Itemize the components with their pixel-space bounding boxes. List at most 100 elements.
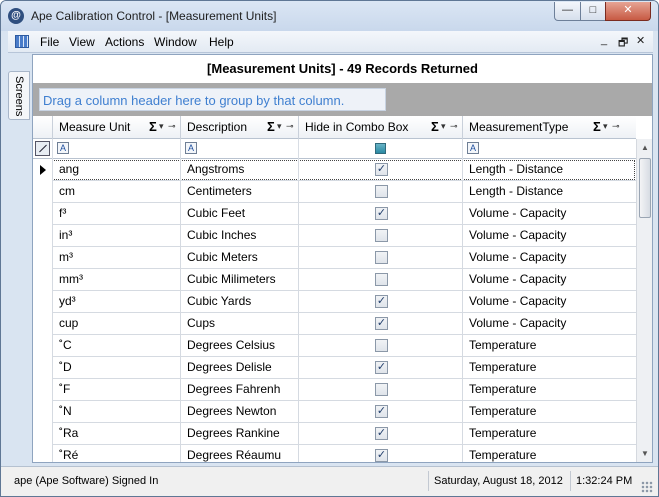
cell-measurement-type[interactable]: Length - Distance — [463, 159, 636, 181]
table-row[interactable]: yd³ Cubic Yards ✓ Volume - Capacity — [33, 291, 636, 313]
cell-description[interactable]: Degrees Réaumu — [181, 445, 299, 462]
cell-measurement-type[interactable]: Temperature — [463, 379, 636, 401]
cell-measure-unit[interactable]: ˚Ré — [53, 445, 181, 462]
row-selector[interactable] — [33, 247, 53, 269]
ape-logo-icon[interactable]: @ — [8, 8, 24, 24]
cell-description[interactable]: Cups — [181, 313, 299, 335]
cell-measure-unit[interactable]: ˚C — [53, 335, 181, 357]
row-selector[interactable] — [33, 379, 53, 401]
checkbox-checked[interactable]: ✓ — [375, 427, 388, 440]
cell-measure-unit[interactable]: m³ — [53, 247, 181, 269]
column-header-description[interactable]: Description Σ ▾ ⊸ — [181, 116, 299, 139]
cell-measurement-type[interactable]: Volume - Capacity — [463, 203, 636, 225]
checkbox-unchecked[interactable] — [375, 273, 388, 286]
checkbox-checked[interactable]: ✓ — [375, 405, 388, 418]
cell-description[interactable]: Cubic Milimeters — [181, 269, 299, 291]
checkbox-unchecked[interactable] — [375, 251, 388, 264]
checkbox-unchecked[interactable] — [375, 383, 388, 396]
row-selector[interactable] — [33, 291, 53, 313]
dropdown-arrow-icon[interactable]: ▾ — [441, 121, 446, 132]
table-row[interactable]: ˚D Degrees Delisle ✓ Temperature — [33, 357, 636, 379]
cell-description[interactable]: Centimeters — [181, 181, 299, 203]
cell-description[interactable]: Degrees Celsius — [181, 335, 299, 357]
cell-measure-unit[interactable]: ang — [53, 159, 181, 181]
mdi-child-icon[interactable] — [15, 35, 29, 48]
filter-operator-icon[interactable]: A — [467, 142, 479, 154]
scroll-down-arrow-icon[interactable]: ▼ — [637, 445, 652, 462]
cell-measure-unit[interactable]: in³ — [53, 225, 181, 247]
table-row[interactable]: cm Centimeters Length - Distance — [33, 181, 636, 203]
clear-filter-icon[interactable] — [35, 141, 50, 156]
cell-measure-unit[interactable]: mm³ — [53, 269, 181, 291]
cell-measurement-type[interactable]: Volume - Capacity — [463, 225, 636, 247]
cell-description[interactable]: Cubic Feet — [181, 203, 299, 225]
filter-cell-hide-in-combo-box[interactable] — [299, 139, 463, 159]
menu-file[interactable]: File — [40, 35, 59, 49]
row-selector[interactable] — [33, 335, 53, 357]
row-selector[interactable] — [33, 313, 53, 335]
row-selector[interactable] — [33, 445, 53, 462]
checkbox-checked[interactable]: ✓ — [375, 361, 388, 374]
cell-measurement-type[interactable]: Temperature — [463, 401, 636, 423]
summary-sigma-icon[interactable]: Σ — [431, 119, 439, 134]
pin-icon[interactable]: ⊸ — [286, 121, 294, 132]
filter-operator-icon[interactable]: A — [57, 142, 69, 154]
row-selector[interactable] — [33, 225, 53, 247]
filter-checkbox-icon[interactable] — [375, 143, 386, 154]
filter-cell-measurement-type[interactable]: A — [463, 139, 636, 159]
checkbox-checked[interactable]: ✓ — [375, 317, 388, 330]
dropdown-arrow-icon[interactable]: ▾ — [277, 121, 282, 132]
row-selector[interactable] — [33, 181, 53, 203]
dropdown-arrow-icon[interactable]: ▾ — [159, 121, 164, 132]
column-header-measure-unit[interactable]: Measure Unit Σ ▾ ⊸ — [53, 116, 181, 139]
table-row[interactable]: ˚Ré Degrees Réaumu ✓ Temperature — [33, 445, 636, 462]
resize-grip-icon[interactable] — [641, 481, 653, 493]
filter-operator-icon[interactable]: A — [185, 142, 197, 154]
screens-side-tab[interactable]: Screens — [8, 71, 30, 120]
column-header-measurement-type[interactable]: MeasurementType Σ ▾ ⊸ — [463, 116, 636, 139]
minimize-button[interactable]: — — [554, 2, 581, 21]
vertical-scrollbar[interactable]: ▲ ▼ — [636, 139, 652, 462]
cell-description[interactable]: Degrees Newton — [181, 401, 299, 423]
cell-measure-unit[interactable]: f³ — [53, 203, 181, 225]
checkbox-checked[interactable]: ✓ — [375, 207, 388, 220]
cell-measurement-type[interactable]: Temperature — [463, 357, 636, 379]
menu-window[interactable]: Window — [154, 35, 197, 49]
cell-description[interactable]: Degrees Fahrenh — [181, 379, 299, 401]
summary-sigma-icon[interactable]: Σ — [149, 119, 157, 134]
cell-measure-unit[interactable]: ˚Ra — [53, 423, 181, 445]
summary-sigma-icon[interactable]: Σ — [593, 119, 601, 134]
scroll-up-arrow-icon[interactable]: ▲ — [637, 139, 652, 156]
cell-measure-unit[interactable]: ˚F — [53, 379, 181, 401]
cell-measure-unit[interactable]: cm — [53, 181, 181, 203]
filter-cell-measure-unit[interactable]: A — [53, 139, 181, 159]
checkbox-checked[interactable]: ✓ — [375, 163, 388, 176]
checkbox-unchecked[interactable] — [375, 229, 388, 242]
maximize-button[interactable]: □ — [580, 2, 606, 21]
row-selector[interactable] — [33, 269, 53, 291]
cell-measure-unit[interactable]: yd³ — [53, 291, 181, 313]
scrollbar-thumb[interactable] — [639, 158, 651, 218]
column-header-hide-in-combo-box[interactable]: Hide in Combo Box Σ ▾ ⊸ — [299, 116, 463, 139]
table-row[interactable]: ˚Ra Degrees Rankine ✓ Temperature — [33, 423, 636, 445]
pin-icon[interactable]: ⊸ — [612, 121, 620, 132]
cell-measurement-type[interactable]: Temperature — [463, 423, 636, 445]
checkbox-unchecked[interactable] — [375, 339, 388, 352]
cell-measurement-type[interactable]: Temperature — [463, 335, 636, 357]
menu-actions[interactable]: Actions — [105, 35, 144, 49]
checkbox-checked[interactable]: ✓ — [375, 449, 388, 462]
menu-help[interactable]: Help — [209, 35, 234, 49]
table-row[interactable]: ang Angstroms ✓ Length - Distance — [33, 159, 636, 181]
row-selector[interactable] — [33, 203, 53, 225]
clear-filters-cell[interactable] — [33, 139, 53, 159]
table-row[interactable]: in³ Cubic Inches Volume - Capacity — [33, 225, 636, 247]
pin-icon[interactable]: ⊸ — [168, 121, 176, 132]
group-by-area[interactable]: Drag a column header here to group by th… — [33, 83, 652, 116]
close-button[interactable]: ✕ — [605, 2, 651, 21]
cell-measurement-type[interactable]: Volume - Capacity — [463, 291, 636, 313]
table-row[interactable]: f³ Cubic Feet ✓ Volume - Capacity — [33, 203, 636, 225]
cell-measurement-type[interactable]: Temperature — [463, 445, 636, 462]
cell-description[interactable]: Cubic Inches — [181, 225, 299, 247]
cell-measurement-type[interactable]: Volume - Capacity — [463, 247, 636, 269]
dropdown-arrow-icon[interactable]: ▾ — [603, 121, 608, 132]
